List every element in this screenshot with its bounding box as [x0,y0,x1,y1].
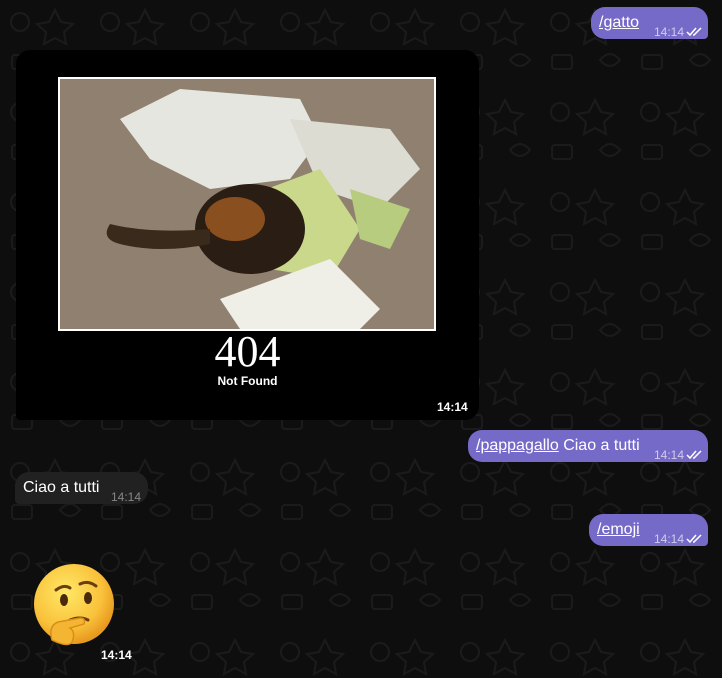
incoming-sticker-message[interactable]: 14:14 [30,562,140,668]
message-meta: 14:14 [654,22,704,42]
incoming-message[interactable]: Ciao a tutti 14:14 [15,472,148,504]
cat-under-papers-photo [60,79,434,329]
photo-frame[interactable] [58,77,436,331]
message-meta: 14:14 [654,529,704,549]
double-check-icon [686,27,702,37]
image-caption-title: 404 [214,327,281,376]
message-time: 14:14 [101,648,132,662]
bot-command-link[interactable]: /emoji [597,520,640,540]
message-time: 14:14 [437,400,468,414]
message-time: 14:14 [654,448,685,462]
message-text: Ciao a tutti [558,437,640,454]
thinking-face-sticker [34,564,114,646]
bot-command-link[interactable]: /pappagallo [476,437,559,454]
image-caption-subtitle: Not Found [217,374,278,388]
incoming-image-message[interactable]: 404 Not Found 14:14 [16,50,479,420]
double-check-icon [686,450,702,460]
message-text: Ciao a tutti [23,479,100,496]
outgoing-message[interactable]: /pappagallo Ciao a tutti 14:14 [468,430,708,462]
outgoing-message[interactable]: /emoji 14:14 [589,514,708,546]
message-time: 14:14 [111,490,142,504]
message-meta: 14:14 [654,445,704,465]
message-time: 14:14 [654,25,685,39]
message-time: 14:14 [654,532,685,546]
double-check-icon [686,534,702,544]
outgoing-message[interactable]: /gatto 14:14 [591,7,708,39]
bot-command-link[interactable]: /gatto [599,13,639,33]
